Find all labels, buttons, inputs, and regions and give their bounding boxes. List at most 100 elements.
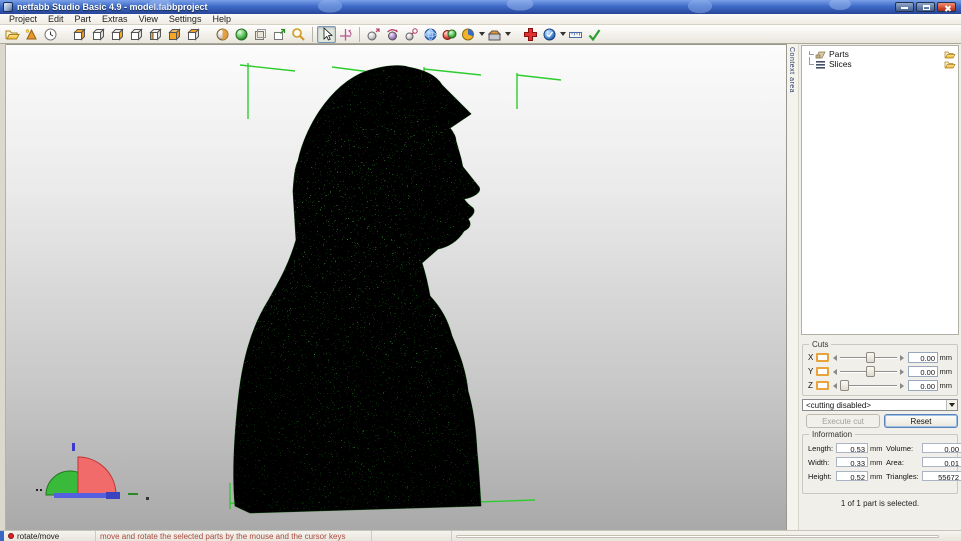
menu-edit[interactable]: Edit — [43, 14, 69, 24]
slider-right-arrow-icon[interactable] — [900, 383, 904, 389]
cut-z-value-field[interactable]: 0.00 — [908, 380, 938, 391]
close-button[interactable] — [937, 2, 956, 12]
select-cursor-icon[interactable] — [317, 25, 336, 43]
compare-parts-icon[interactable] — [440, 26, 459, 43]
cut-x-slider-thumb[interactable] — [866, 352, 876, 363]
shading-smooth-icon[interactable] — [232, 26, 251, 43]
open-project-icon[interactable] — [3, 26, 22, 43]
chevron-down-icon — [949, 403, 955, 407]
view-right-icon[interactable] — [108, 26, 127, 43]
view-bottom-icon[interactable] — [165, 26, 184, 43]
selection-status: 1 of 1 part is selected. — [840, 499, 920, 508]
scan-noise — [233, 65, 481, 514]
load-slices-folder-icon[interactable] — [944, 60, 956, 69]
load-parts-folder-icon[interactable] — [944, 50, 956, 59]
status-mode-label: rotate/move — [17, 531, 60, 541]
part-scale-icon[interactable] — [402, 26, 421, 43]
automatic-repair-icon[interactable] — [540, 26, 559, 43]
bounding-box-icon[interactable] — [251, 26, 270, 43]
cut-z-slider[interactable] — [833, 380, 904, 391]
cut-y-slider-thumb[interactable] — [866, 366, 876, 377]
view-back-icon[interactable] — [127, 26, 146, 43]
view-iso-icon[interactable] — [70, 26, 89, 43]
minimize-icon — [901, 7, 908, 9]
context-area-tab[interactable]: Context area — [787, 44, 799, 530]
repair-icon[interactable] — [521, 26, 540, 43]
cut-y-slider[interactable] — [833, 366, 904, 377]
measure-icon[interactable] — [566, 26, 585, 43]
netfabb-window: netfabb Studio Basic 4.9 - model.fabbpro… — [0, 0, 961, 541]
dropdown-arrow-button[interactable] — [946, 400, 957, 410]
parts-tree: Parts Slices — [801, 45, 959, 335]
tree-item-slices[interactable]: Slices — [806, 57, 956, 69]
menu-extras[interactable]: Extras — [97, 14, 133, 24]
triangles-value: 55672 — [922, 471, 961, 482]
maximize-button[interactable] — [916, 2, 935, 12]
info-row-3: Height: 0.52 mm Triangles: 55672 — [808, 470, 961, 482]
slider-right-arrow-icon[interactable] — [900, 369, 904, 375]
slider-left-arrow-icon[interactable] — [833, 369, 837, 375]
cut-y-value-field[interactable]: 0.00 — [908, 366, 938, 377]
execute-cut-button[interactable]: Execute cut — [806, 414, 880, 428]
cut-y-checkbox[interactable] — [816, 367, 829, 376]
menu-help[interactable]: Help — [207, 14, 236, 24]
cut-x-checkbox[interactable] — [816, 353, 829, 362]
view-left-icon[interactable] — [146, 26, 165, 43]
menu-part[interactable]: Part — [70, 14, 97, 24]
apply-icon[interactable] — [585, 26, 604, 43]
fit-view-icon[interactable] — [270, 26, 289, 43]
cut-x-value-field[interactable]: 0.00 — [908, 352, 938, 363]
status-mode-segment: rotate/move — [4, 530, 96, 541]
height-unit: mm — [870, 471, 883, 481]
width-unit: mm — [870, 457, 883, 467]
history-icon[interactable] — [41, 26, 60, 43]
reset-button[interactable]: Reset — [884, 414, 958, 428]
information-group-title: Information — [809, 430, 856, 439]
window-title: netfabb Studio Basic 4.9 - model.fabbpro… — [17, 2, 208, 12]
slider-left-arrow-icon[interactable] — [833, 355, 837, 361]
tree-connector — [806, 49, 815, 59]
cuts-group-title: Cuts — [809, 340, 832, 349]
analysis-icon[interactable] — [459, 26, 478, 43]
width-label: Width: — [808, 457, 830, 467]
context-panel: Context area Parts Slices Cuts X 0.00 mm… — [786, 44, 961, 530]
menu-bar: Project Edit Part Extras View Settings H… — [0, 14, 961, 25]
cut-z-slider-thumb[interactable] — [840, 380, 850, 391]
length-value: 0.53 — [836, 443, 868, 454]
view-top-icon[interactable] — [184, 26, 203, 43]
tree-item-parts[interactable]: Parts — [806, 49, 956, 59]
minimize-button[interactable] — [895, 2, 914, 12]
status-empty-segment — [372, 530, 452, 541]
move-rotate-icon[interactable] — [336, 26, 355, 43]
import-part-icon[interactable] — [22, 26, 41, 43]
triangles-label: Triangles: — [886, 471, 919, 481]
parts-icon — [815, 50, 826, 59]
volume-label: Volume: — [886, 443, 914, 453]
app-icon — [3, 2, 13, 12]
cut-x-slider[interactable] — [833, 352, 904, 363]
title-bar[interactable]: netfabb Studio Basic 4.9 - model.fabbpro… — [0, 0, 961, 14]
area-label: Area: — [886, 457, 904, 467]
info-row-1: Length: 0.53 mm Volume: 0.00 cm³ — [808, 442, 961, 454]
viewport-3d[interactable] — [6, 44, 786, 530]
part-rotate-icon[interactable] — [383, 26, 402, 43]
cutting-mode-select[interactable]: <cutting disabled> — [802, 399, 958, 411]
menu-view[interactable]: View — [134, 14, 163, 24]
bust-model[interactable] — [233, 65, 482, 514]
platform-icon[interactable] — [485, 26, 504, 43]
cut-z-checkbox[interactable] — [816, 381, 829, 390]
view-front-icon[interactable] — [89, 26, 108, 43]
part-move-icon[interactable] — [364, 26, 383, 43]
cuts-group: Cuts X 0.00 mm Y 0.00 mm Z 0.00 mm — [802, 340, 958, 396]
slider-right-arrow-icon[interactable] — [900, 355, 904, 361]
status-progress-groove[interactable] — [456, 534, 939, 538]
slider-left-arrow-icon[interactable] — [833, 383, 837, 389]
information-group: Information Length: 0.53 mm Volume: 0.00… — [802, 430, 961, 494]
zoom-icon[interactable] — [289, 26, 308, 43]
shading-solid-icon[interactable] — [213, 26, 232, 43]
cut-axis-label: Y — [808, 367, 814, 376]
platform-dropdown-icon[interactable] — [505, 32, 511, 36]
menu-settings[interactable]: Settings — [164, 14, 207, 24]
menu-project[interactable]: Project — [4, 14, 42, 24]
mesh-view-icon[interactable] — [421, 26, 440, 43]
